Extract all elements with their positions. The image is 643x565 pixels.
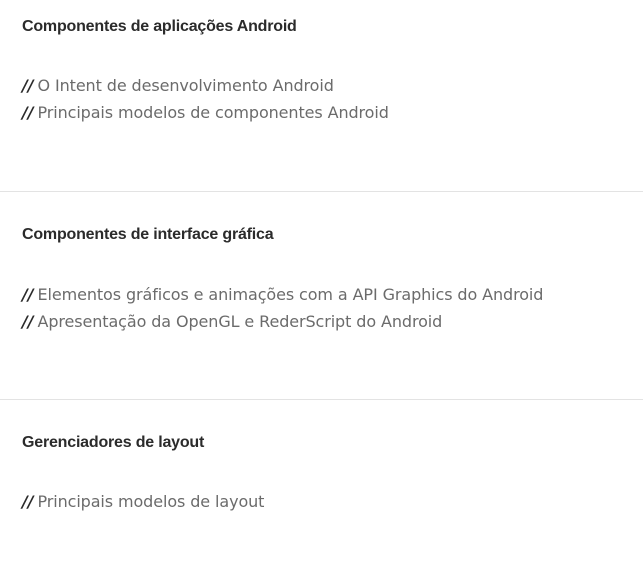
section-divider xyxy=(0,191,643,192)
item-marker: // xyxy=(22,76,34,95)
item-text: O Intent de desenvolvimento Android xyxy=(37,76,334,95)
item-text: Principais modelos de layout xyxy=(37,492,265,511)
section-title: Componentes de aplicações Android xyxy=(22,18,297,35)
item-marker: // xyxy=(22,103,34,122)
section-title: Gerenciadores de layout xyxy=(22,434,205,451)
item-marker: // xyxy=(22,312,34,331)
list-item[interactable]: //Principais modelos de layout xyxy=(22,492,264,511)
list-item[interactable]: //Apresentação da OpenGL e RederScript d… xyxy=(22,312,442,331)
section-title: Componentes de interface gráfica xyxy=(22,226,274,243)
item-text: Elementos gráficos e animações com a API… xyxy=(37,285,544,304)
item-marker: // xyxy=(22,285,34,304)
item-text: Principais modelos de componentes Androi… xyxy=(37,103,389,122)
list-item[interactable]: //Elementos gráficos e animações com a A… xyxy=(22,285,543,304)
list-item[interactable]: //O Intent de desenvolvimento Android xyxy=(22,76,334,95)
item-marker: // xyxy=(22,492,34,511)
list-item[interactable]: //Principais modelos de componentes Andr… xyxy=(22,103,389,122)
item-text: Apresentação da OpenGL e RederScript do … xyxy=(37,312,443,331)
section-divider xyxy=(0,399,643,400)
